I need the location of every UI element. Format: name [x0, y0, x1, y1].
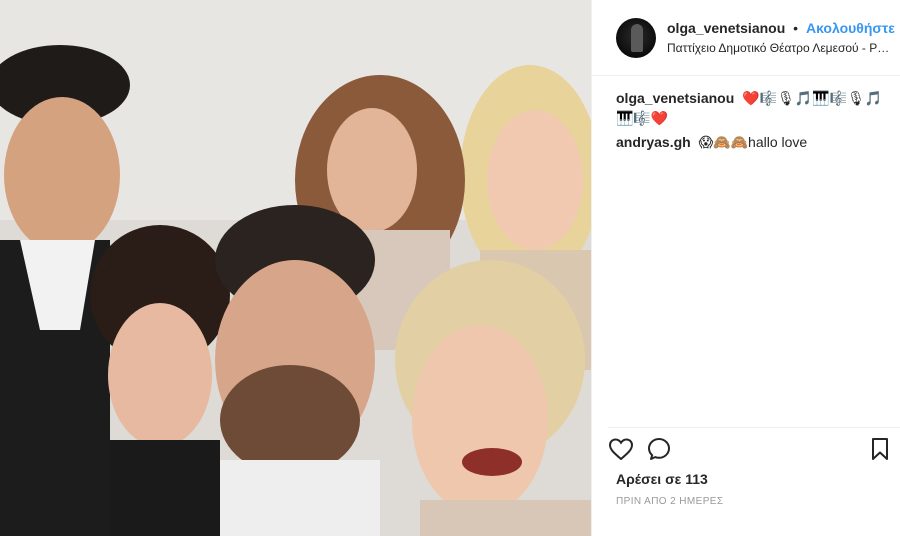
- post-photo[interactable]: [0, 0, 591, 536]
- comment-item: olga_venetsianou ❤️🎼🎙🎵🎹🎼🎙🎵🎹🎼❤️: [616, 88, 896, 128]
- header-username[interactable]: olga_venetsianou: [667, 20, 785, 36]
- bookmark-icon[interactable]: [867, 436, 893, 462]
- action-bar: [608, 436, 888, 464]
- comment-text: 😱🙈🙈hallo love: [698, 134, 808, 150]
- comments-list: olga_venetsianou ❤️🎼🎙🎵🎹🎼🎙🎵🎹🎼❤️ andryas.g…: [616, 88, 896, 156]
- group-selfie-image: [0, 0, 591, 536]
- comment-icon[interactable]: [646, 436, 672, 462]
- post-side-panel: olga_venetsianou • Ακολουθήστε Παττίχειο…: [591, 0, 900, 536]
- post-header: olga_venetsianou • Ακολουθήστε Παττίχειο…: [592, 0, 900, 76]
- avatar[interactable]: [616, 18, 656, 58]
- heart-icon[interactable]: [608, 436, 634, 462]
- comment-username[interactable]: andryas.gh: [616, 134, 691, 150]
- likes-count[interactable]: Αρέσει σε 113: [616, 471, 708, 487]
- separator-dot: •: [793, 20, 799, 36]
- comment-item: andryas.gh 😱🙈🙈hallo love: [616, 132, 896, 152]
- user-row: olga_venetsianou • Ακολουθήστε: [667, 20, 895, 36]
- avatar-figure: [631, 24, 643, 52]
- location-link[interactable]: Παττίχειο Δημοτικό Θέατρο Λεμεσού - Patt…: [667, 41, 895, 55]
- follow-button[interactable]: Ακολουθήστε: [806, 20, 895, 36]
- actions-section: [608, 427, 900, 460]
- comment-username[interactable]: olga_venetsianou: [616, 90, 734, 106]
- post-timestamp[interactable]: ΠΡΙΝ ΑΠΟ 2 ΗΜΕΡΕΣ: [616, 496, 723, 507]
